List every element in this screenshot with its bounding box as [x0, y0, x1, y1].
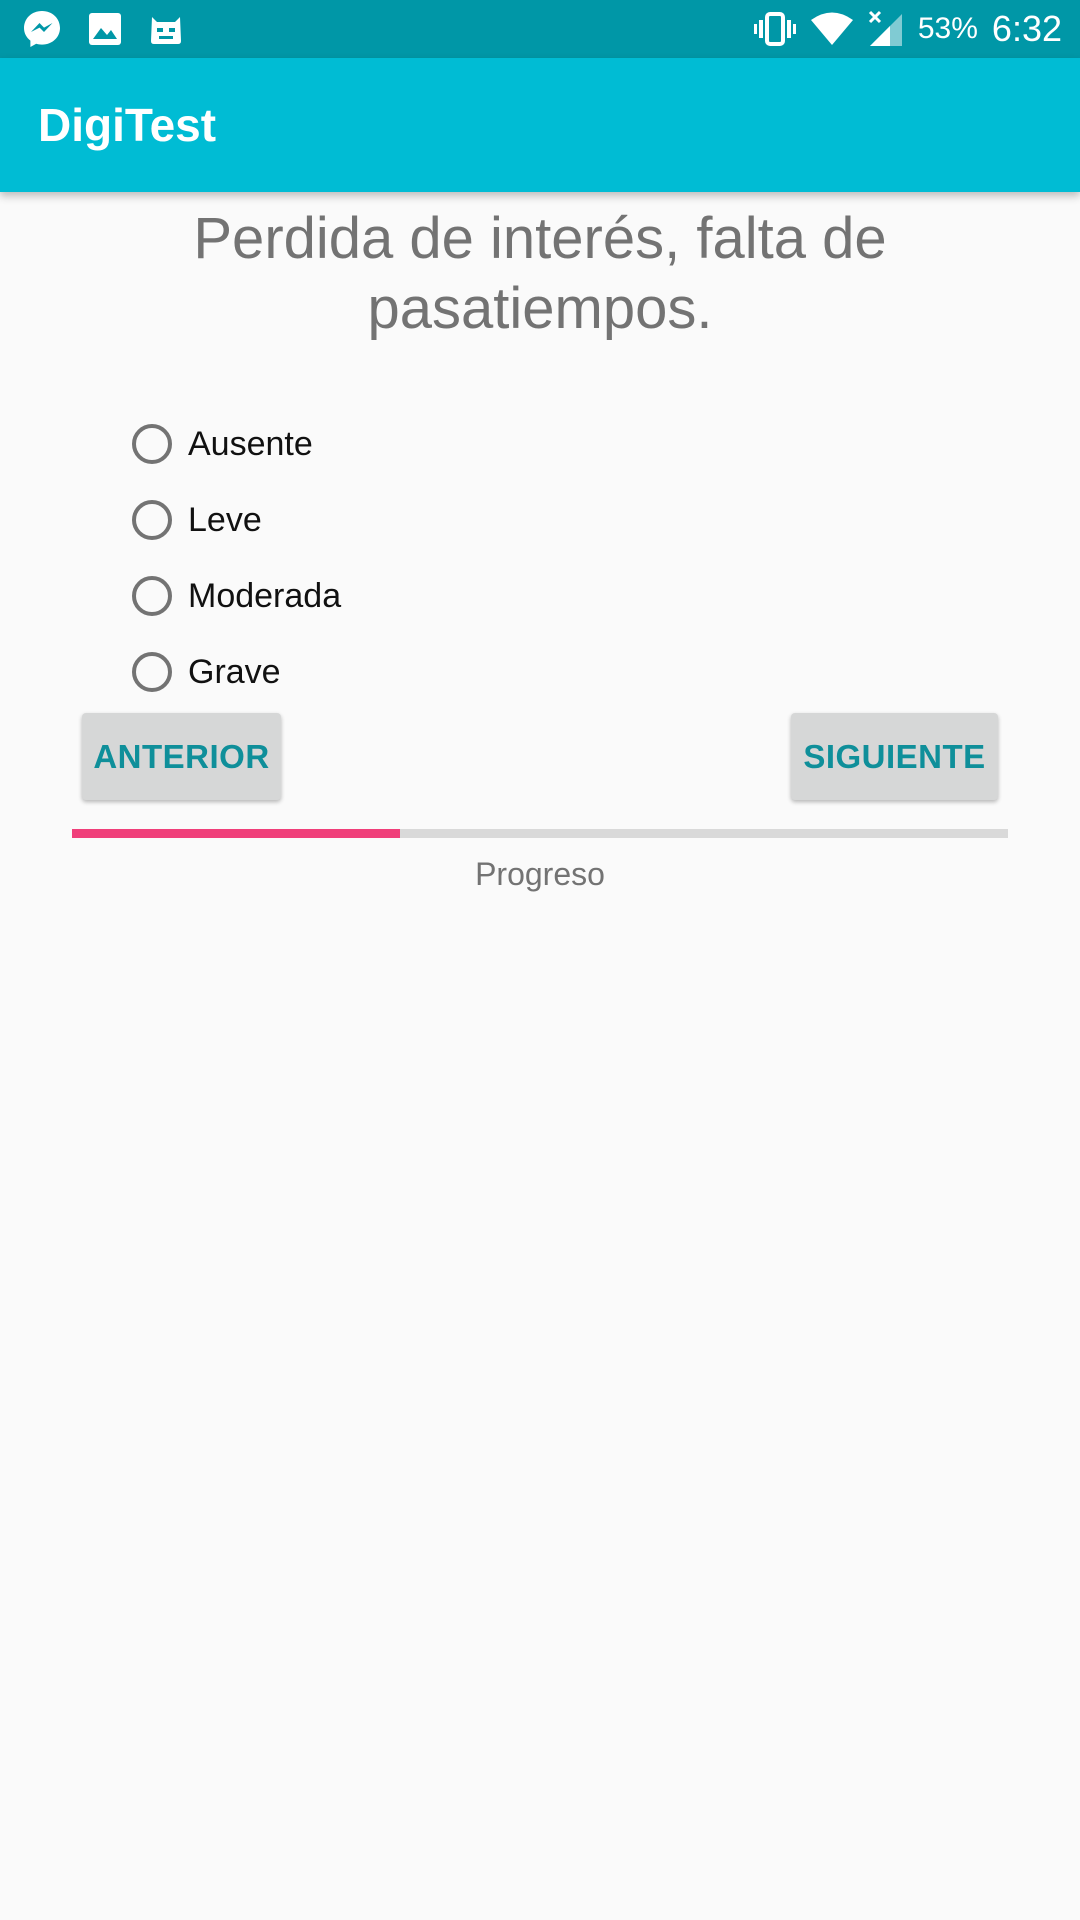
clock: 6:32 — [991, 8, 1062, 49]
option-label: Grave — [188, 652, 281, 691]
question-text: Perdida de interés, falta de pasatiempos… — [193, 206, 887, 341]
progress-label: Progreso — [475, 856, 605, 892]
system-status: 53% 6:32 — [753, 8, 1062, 50]
option-grave[interactable]: Grave — [132, 634, 832, 710]
option-moderada[interactable]: Moderada — [132, 558, 832, 634]
vibrate-icon — [753, 11, 796, 47]
option-ausente[interactable]: Ausente — [132, 406, 832, 482]
option-label: Moderada — [188, 576, 342, 615]
status-bar: 53% 6:32 — [0, 0, 1080, 58]
progress-bar-fill — [72, 829, 400, 838]
gallery-icon — [88, 12, 122, 46]
next-button[interactable]: SIGUIENTE — [791, 713, 998, 800]
radio-button-icon[interactable] — [132, 500, 172, 540]
answer-radio-group: Ausente Leve Moderada Grave — [132, 406, 832, 710]
option-label: Ausente — [188, 424, 313, 463]
messenger-icon — [22, 9, 62, 49]
radio-button-icon[interactable] — [132, 576, 172, 616]
app-title: DigiTest — [38, 99, 217, 151]
signal-icon — [868, 10, 904, 48]
option-leve[interactable]: Leve — [132, 482, 832, 558]
cyanogen-icon — [148, 11, 184, 47]
notification-icons — [22, 10, 184, 48]
wifi-icon — [810, 11, 854, 47]
previous-button[interactable]: ANTERIOR — [82, 713, 281, 800]
progress-bar — [72, 829, 1008, 838]
radio-button-icon[interactable] — [132, 652, 172, 692]
battery-percentage: 53% — [917, 12, 978, 45]
radio-button-icon[interactable] — [132, 424, 172, 464]
option-label: Leve — [188, 500, 262, 539]
app-bar: DigiTest — [0, 58, 1080, 192]
